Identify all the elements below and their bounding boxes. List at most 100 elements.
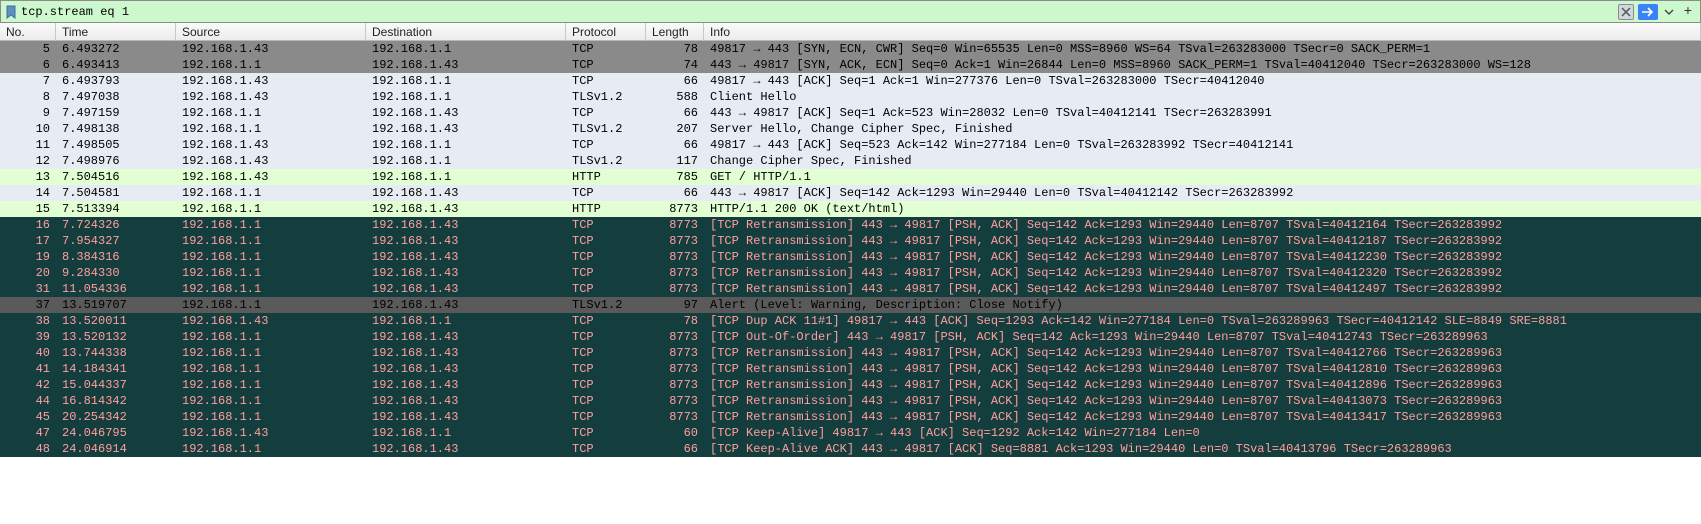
cell-source: 192.168.1.1 — [176, 249, 366, 265]
cell-source: 192.168.1.43 — [176, 169, 366, 185]
packet-row[interactable]: 56.493272192.168.1.43192.168.1.1TCP78498… — [0, 41, 1701, 57]
packet-row[interactable]: 3913.520132192.168.1.1192.168.1.43TCP877… — [0, 329, 1701, 345]
cell-length: 8773 — [646, 281, 704, 297]
bookmark-icon[interactable] — [5, 5, 17, 19]
add-filter-expression-icon[interactable]: + — [1680, 4, 1696, 20]
cell-destination: 192.168.1.43 — [366, 57, 566, 73]
cell-no: 16 — [0, 217, 56, 233]
cell-no: 39 — [0, 329, 56, 345]
cell-info: 49817 → 443 [SYN, ECN, CWR] Seq=0 Win=65… — [704, 41, 1701, 57]
display-filter-input[interactable] — [21, 5, 1614, 19]
cell-protocol: TCP — [566, 185, 646, 201]
packet-list[interactable]: 56.493272192.168.1.43192.168.1.1TCP78498… — [0, 41, 1701, 457]
cell-source: 192.168.1.43 — [176, 89, 366, 105]
column-header-destination[interactable]: Destination — [366, 23, 566, 41]
cell-no: 20 — [0, 265, 56, 281]
cell-length: 97 — [646, 297, 704, 313]
cell-info: [TCP Keep-Alive] 49817 → 443 [ACK] Seq=1… — [704, 425, 1701, 441]
cell-protocol: TCP — [566, 249, 646, 265]
cell-protocol: TCP — [566, 217, 646, 233]
packet-row[interactable]: 97.497159192.168.1.1192.168.1.43TCP66443… — [0, 105, 1701, 121]
apply-filter-icon[interactable] — [1638, 4, 1658, 20]
clear-filter-icon[interactable] — [1618, 4, 1634, 20]
cell-no: 45 — [0, 409, 56, 425]
cell-info: [TCP Retransmission] 443 → 49817 [PSH, A… — [704, 233, 1701, 249]
cell-no: 8 — [0, 89, 56, 105]
cell-length: 207 — [646, 121, 704, 137]
cell-protocol: TLSv1.2 — [566, 89, 646, 105]
cell-info: [TCP Retransmission] 443 → 49817 [PSH, A… — [704, 361, 1701, 377]
cell-length: 78 — [646, 313, 704, 329]
packet-row[interactable]: 3813.520011192.168.1.43192.168.1.1TCP78[… — [0, 313, 1701, 329]
packet-row[interactable]: 127.498976192.168.1.43192.168.1.1TLSv1.2… — [0, 153, 1701, 169]
cell-destination: 192.168.1.43 — [366, 249, 566, 265]
packet-row[interactable]: 117.498505192.168.1.43192.168.1.1TCP6649… — [0, 137, 1701, 153]
cell-source: 192.168.1.1 — [176, 57, 366, 73]
cell-destination: 192.168.1.1 — [366, 153, 566, 169]
column-header-time[interactable]: Time — [56, 23, 176, 41]
packet-row[interactable]: 209.284330192.168.1.1192.168.1.43TCP8773… — [0, 265, 1701, 281]
cell-source: 192.168.1.1 — [176, 105, 366, 121]
cell-source: 192.168.1.1 — [176, 393, 366, 409]
column-header-info[interactable]: Info — [704, 23, 1701, 41]
packet-row[interactable]: 4013.744338192.168.1.1192.168.1.43TCP877… — [0, 345, 1701, 361]
packet-row[interactable]: 4416.814342192.168.1.1192.168.1.43TCP877… — [0, 393, 1701, 409]
cell-protocol: TCP — [566, 105, 646, 121]
cell-info: Client Hello — [704, 89, 1701, 105]
packet-row[interactable]: 4824.046914192.168.1.1192.168.1.43TCP66[… — [0, 441, 1701, 457]
cell-length: 66 — [646, 105, 704, 121]
cell-destination: 192.168.1.1 — [366, 137, 566, 153]
cell-destination: 192.168.1.1 — [366, 89, 566, 105]
cell-time: 7.497159 — [56, 105, 176, 121]
packet-row[interactable]: 147.504581192.168.1.1192.168.1.43TCP6644… — [0, 185, 1701, 201]
column-header-no[interactable]: No. — [0, 23, 56, 41]
cell-no: 7 — [0, 73, 56, 89]
cell-time: 6.493413 — [56, 57, 176, 73]
cell-no: 10 — [0, 121, 56, 137]
cell-no: 40 — [0, 345, 56, 361]
cell-destination: 192.168.1.43 — [366, 377, 566, 393]
cell-source: 192.168.1.1 — [176, 409, 366, 425]
column-header-length[interactable]: Length — [646, 23, 704, 41]
cell-destination: 192.168.1.1 — [366, 425, 566, 441]
cell-protocol: TCP — [566, 345, 646, 361]
packet-row[interactable]: 177.954327192.168.1.1192.168.1.43TCP8773… — [0, 233, 1701, 249]
cell-time: 7.498138 — [56, 121, 176, 137]
packet-row[interactable]: 167.724326192.168.1.1192.168.1.43TCP8773… — [0, 217, 1701, 233]
cell-length: 8773 — [646, 409, 704, 425]
packet-row[interactable]: 3713.519707192.168.1.1192.168.1.43TLSv1.… — [0, 297, 1701, 313]
packet-row[interactable]: 137.504516192.168.1.43192.168.1.1HTTP785… — [0, 169, 1701, 185]
cell-destination: 192.168.1.1 — [366, 313, 566, 329]
cell-length: 588 — [646, 89, 704, 105]
packet-row[interactable]: 157.513394192.168.1.1192.168.1.43HTTP877… — [0, 201, 1701, 217]
cell-time: 6.493793 — [56, 73, 176, 89]
packet-row[interactable]: 76.493793192.168.1.43192.168.1.1TCP66498… — [0, 73, 1701, 89]
packet-row[interactable]: 107.498138192.168.1.1192.168.1.43TLSv1.2… — [0, 121, 1701, 137]
cell-no: 37 — [0, 297, 56, 313]
filter-history-dropdown-icon[interactable] — [1662, 4, 1676, 20]
cell-destination: 192.168.1.43 — [366, 105, 566, 121]
cell-no: 6 — [0, 57, 56, 73]
packet-row[interactable]: 4724.046795192.168.1.43192.168.1.1TCP60[… — [0, 425, 1701, 441]
cell-info: [TCP Retransmission] 443 → 49817 [PSH, A… — [704, 345, 1701, 361]
packet-row[interactable]: 66.493413192.168.1.1192.168.1.43TCP74443… — [0, 57, 1701, 73]
cell-source: 192.168.1.43 — [176, 313, 366, 329]
packet-row[interactable]: 4215.044337192.168.1.1192.168.1.43TCP877… — [0, 377, 1701, 393]
cell-destination: 192.168.1.43 — [366, 393, 566, 409]
cell-length: 8773 — [646, 361, 704, 377]
cell-source: 192.168.1.43 — [176, 41, 366, 57]
packet-row[interactable]: 3111.054336192.168.1.1192.168.1.43TCP877… — [0, 281, 1701, 297]
cell-time: 13.519707 — [56, 297, 176, 313]
column-header-protocol[interactable]: Protocol — [566, 23, 646, 41]
cell-info: 443 → 49817 [SYN, ACK, ECN] Seq=0 Ack=1 … — [704, 57, 1701, 73]
packet-row[interactable]: 4114.184341192.168.1.1192.168.1.43TCP877… — [0, 361, 1701, 377]
packet-row[interactable]: 4520.254342192.168.1.1192.168.1.43TCP877… — [0, 409, 1701, 425]
cell-no: 31 — [0, 281, 56, 297]
packet-row[interactable]: 87.497038192.168.1.43192.168.1.1TLSv1.25… — [0, 89, 1701, 105]
packet-row[interactable]: 198.384316192.168.1.1192.168.1.43TCP8773… — [0, 249, 1701, 265]
column-header-source[interactable]: Source — [176, 23, 366, 41]
cell-info: [TCP Retransmission] 443 → 49817 [PSH, A… — [704, 377, 1701, 393]
cell-destination: 192.168.1.43 — [366, 281, 566, 297]
cell-length: 66 — [646, 185, 704, 201]
cell-destination: 192.168.1.43 — [366, 409, 566, 425]
